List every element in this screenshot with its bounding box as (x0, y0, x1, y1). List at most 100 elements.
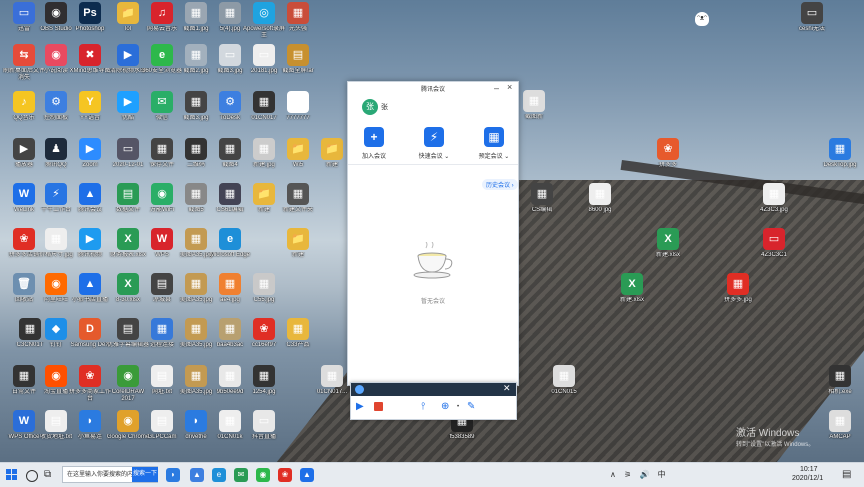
desktop-icon-glyph: Y (79, 91, 101, 113)
taskbar-app-6-icon[interactable]: ❀ (278, 468, 292, 482)
desktop-icon-glyph: ▦ (151, 318, 173, 340)
desktop-icon-glyph: ▲ (79, 183, 101, 205)
cat-icon[interactable]: ᵔᴥᵔ (695, 12, 709, 26)
desktop-icon-glyph: ◆ (45, 318, 67, 340)
desktop-icon-label: Microsoft Edge (209, 252, 251, 258)
cortana-icon[interactable] (26, 470, 38, 482)
desktop-icon-label: 01CN017... (316, 389, 348, 395)
minimize-button[interactable]: – (494, 83, 499, 93)
taskbar-app-4-icon[interactable]: ✉ (234, 468, 248, 482)
desktop-icon-glyph: 📁 (287, 138, 309, 160)
desktop-icon-glyph: ⚡ (45, 183, 67, 205)
desktop-icon-glyph: ▶ (79, 228, 101, 250)
taskbar-meeting-icon[interactable]: ▲ (300, 468, 314, 482)
desktop-icon-label: 拼多多 (658, 162, 677, 168)
desktop-icon-glyph: ◉ (45, 2, 67, 24)
desktop-icon-glyph: ◉ (117, 365, 139, 387)
desktop-icon-label: 光头强 (288, 26, 307, 32)
desktop-icon[interactable]: ▭ 抖音直播 (242, 410, 286, 441)
desktop-icon-glyph: 📁 (287, 228, 309, 250)
history-meetings-button[interactable]: 历史会议 › (482, 179, 518, 190)
floating-toolbar-close-button[interactable]: ✕ (503, 383, 511, 394)
desktop-icon[interactable]: ▦ 4Z3C3.jpg (752, 183, 796, 214)
desktop-icon[interactable]: ▦ 光头强 (276, 2, 320, 33)
taskbar-app-1-icon[interactable]: ◗ (166, 468, 180, 482)
desktop-icon-glyph: ▤ (151, 365, 173, 387)
taskbar-app-2-icon[interactable]: ▲ (190, 468, 204, 482)
desktop-icon[interactable]: ▦ 相机.exe (818, 365, 862, 396)
desktop-icon-glyph: ▦ (553, 365, 575, 387)
desktop-icon[interactable]: ▭ 7777777 (276, 91, 320, 122)
avatar[interactable]: 张 (362, 99, 378, 115)
desktop-icon[interactable]: ▭ ceshi无法 (790, 2, 834, 33)
desktop-icon[interactable]: ▦ C55.jpg (242, 273, 286, 304)
clock-date[interactable]: 2020/12/1 (792, 475, 823, 482)
desktop-icon-glyph: ◉ (45, 44, 67, 66)
task-view-icon[interactable]: ⧉ (44, 469, 51, 480)
desktop-icon-glyph: ♫ (151, 2, 173, 24)
stop-icon[interactable] (374, 402, 383, 411)
desktop-icon-glyph: ▤ (287, 44, 309, 66)
desktop-icon[interactable]: ▦ 新建文件夹 (276, 183, 320, 214)
desktop-icon-glyph: W (151, 228, 173, 250)
desktop-icon-label: 4Z3C3C1 (761, 252, 787, 258)
desktop-icon-glyph: ⚙ (219, 91, 241, 113)
desktop-icon[interactable]: ▭ 4Z3C3C1 (752, 228, 796, 259)
desktop-icon[interactable]: ❀ 拼多多 (646, 138, 690, 169)
clock-time[interactable]: 10:17 (800, 466, 818, 473)
desktop-icon[interactable]: 📁 新建 (276, 228, 320, 259)
taskbar-app-5-icon[interactable]: ◉ (256, 468, 270, 482)
desktop-icon[interactable]: ▤ 截图全屏rar (276, 44, 320, 75)
desktop-icon[interactable]: ▦ DeskTop.jpg (818, 138, 862, 169)
desktop-icon-glyph: ▦ (219, 273, 241, 295)
zoom-icon[interactable]: ⊕ (441, 401, 449, 412)
desktop-icon-glyph: ▦ (287, 183, 309, 205)
quick-meeting-label: 快速会议 ⌄ (418, 154, 450, 160)
notification-icon[interactable]: ▤ (842, 469, 851, 480)
pen-icon[interactable]: ✎ (467, 401, 475, 412)
desktop-icon-glyph: ◉ (45, 273, 67, 295)
desktop-icon[interactable]: ▦ AMCAP (818, 410, 862, 441)
schedule-meeting-button[interactable]: ▦ 预定会议 ⌄ (474, 127, 514, 160)
desktop-icon-label: C33产品 (286, 342, 310, 348)
desktop-icon[interactable]: X 新建.xlsx (646, 228, 690, 259)
desktop-icon[interactable]: ▦ 8600 jpg (578, 183, 622, 214)
search-button[interactable]: 搜索一下 (132, 467, 158, 482)
desktop-icon[interactable]: X 新建.xlsx (610, 273, 654, 304)
desktop-icon[interactable]: e Microsoft Edge (208, 228, 252, 259)
desktop-icon-label: 新建.xlsx (655, 252, 680, 258)
join-meeting-button[interactable]: + 加入会议 (354, 127, 394, 160)
desktop-icon-glyph: ▭ (253, 44, 275, 66)
desktop-icon[interactable]: ▦ C33产品 (276, 318, 320, 349)
system-tray[interactable]: ∧ ⚞ 🔊 中 (610, 469, 669, 480)
plus-icon: + (364, 127, 384, 147)
desktop-icon-glyph: ▭ (253, 410, 275, 432)
desktop-icon[interactable]: ▦ 拼多多.jpg (716, 273, 760, 304)
taskbar-edge-icon[interactable]: e (212, 468, 226, 482)
desktop-icon-glyph: X (117, 273, 139, 295)
desktop-icon-glyph: ✖ (79, 44, 101, 66)
desktop-icon[interactable]: ▦ CS编辑 (520, 183, 564, 214)
desktop-icon-glyph: ▭ (219, 44, 241, 66)
desktop-icon-label: C55.jpg (253, 297, 275, 303)
desktop-icon-glyph: ▦ (185, 365, 207, 387)
floating-toolbar-header[interactable]: ✕ (351, 383, 516, 396)
desktop-icon-glyph: ▦ (253, 273, 275, 295)
desktop-icon-glyph: ▭ (801, 2, 823, 24)
desktop-icon-glyph: ▦ (219, 410, 241, 432)
schedule-meeting-label: 预定会议 ⌄ (478, 154, 510, 160)
start-button[interactable] (6, 469, 18, 481)
desktop-icon[interactable]: ▦ 01CN015 (542, 365, 586, 396)
desktop-icon-glyph: ▭ (13, 2, 35, 24)
desktop-icon-glyph: ♪ (13, 91, 35, 113)
pin-icon[interactable]: ⫯ (421, 401, 425, 412)
quick-meeting-button[interactable]: ⚡ 快速会议 ⌄ (414, 127, 454, 160)
desktop-icon-glyph: ▦ (185, 44, 207, 66)
play-icon[interactable]: ▶ (356, 401, 364, 412)
app-logo-icon (355, 385, 364, 394)
desktop-icon-glyph: ▦ (219, 2, 241, 24)
desktop-icon[interactable]: ▦ 1254.jpg (242, 365, 286, 396)
desktop-icon-glyph: ▤ (151, 273, 173, 295)
floating-toolbar: ✕ ▶ ⫯ ⊕ • ✎ (350, 382, 517, 420)
close-button[interactable]: × (507, 82, 512, 92)
